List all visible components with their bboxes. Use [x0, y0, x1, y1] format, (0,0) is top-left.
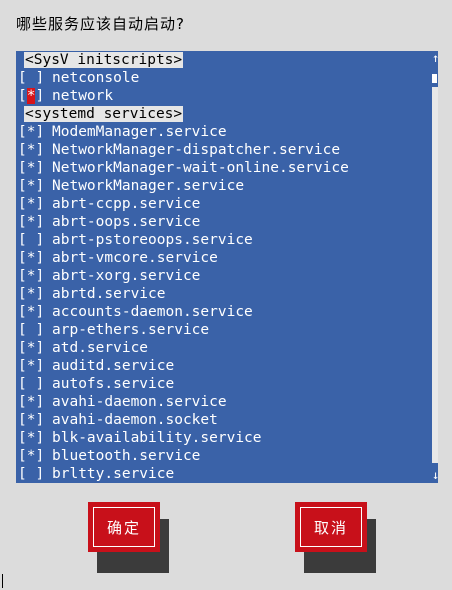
checkbox[interactable]: [ ] [18, 375, 44, 393]
service-name: avahi-daemon.service [52, 394, 227, 410]
service-name: autofs.service [52, 376, 175, 392]
service-name: NetworkManager.service [52, 178, 245, 194]
checkbox[interactable]: [*] [18, 267, 44, 285]
checkbox[interactable]: [*] [18, 141, 44, 159]
section-header: <systemd services> [24, 105, 184, 123]
checkbox[interactable]: [ ] [18, 321, 44, 339]
scrollbar-thumb[interactable] [432, 74, 437, 83]
ok-button-label: 确定 [106, 518, 141, 537]
service-name: abrt-pstoreoops.service [52, 232, 253, 248]
service-name: blk-availability.service [52, 430, 262, 446]
checkbox[interactable]: [*] [18, 177, 44, 195]
checkbox[interactable]: [ ] [18, 69, 44, 87]
service-name: abrt-ccpp.service [52, 196, 201, 212]
checkbox[interactable]: [*] [18, 357, 44, 375]
checkbox[interactable]: [*] [18, 429, 44, 447]
service-name: abrt-vmcore.service [52, 250, 218, 266]
checkbox[interactable]: [*] [18, 447, 44, 465]
scrollbar-track[interactable] [432, 87, 438, 463]
service-name: abrt-oops.service [52, 214, 201, 230]
service-name: abrtd.service [52, 286, 166, 302]
checkbox[interactable]: [*] [18, 87, 44, 105]
service-name: accounts-daemon.service [52, 304, 253, 320]
service-name: auditd.service [52, 358, 175, 374]
scroll-up-arrow-icon[interactable]: ↑ [432, 52, 440, 64]
checkbox[interactable]: [*] [18, 159, 44, 177]
section-header-label: <SysV initscripts> [24, 52, 184, 68]
service-name: network [52, 88, 114, 104]
service-name: arp-ethers.service [52, 322, 210, 338]
service-name: NetworkManager-dispatcher.service [52, 142, 341, 158]
service-name: brltty.service [52, 466, 175, 482]
service-checklist[interactable]: <SysV initscripts>[ ] netconsole [*] networ… [16, 51, 438, 483]
scroll-down-arrow-icon[interactable]: ↓ [432, 469, 440, 481]
service-name: bluetooth.service [52, 448, 201, 464]
service-name: ModemManager.service [52, 124, 227, 140]
service-name: atd.service [52, 340, 149, 356]
checkbox[interactable]: [ ] [18, 465, 44, 483]
checkbox[interactable]: [*] [18, 249, 44, 267]
cancel-button-label: 取消 [313, 518, 348, 537]
checkbox[interactable]: [*] [18, 339, 44, 357]
ok-button[interactable]: 确定 [88, 502, 160, 552]
checkbox[interactable]: [*] [18, 195, 44, 213]
checkbox[interactable]: [*] [18, 411, 44, 429]
checkbox[interactable]: [*] [18, 393, 44, 411]
service-name: netconsole [52, 70, 140, 86]
section-header: <SysV initscripts> [24, 51, 184, 69]
cancel-button[interactable]: 取消 [295, 502, 367, 552]
section-header-label: <systemd services> [24, 106, 184, 122]
service-name: abrt-xorg.service [52, 268, 201, 284]
checkbox[interactable]: [*] [18, 213, 44, 231]
service-name: NetworkManager-wait-online.service [52, 160, 349, 176]
checkbox[interactable]: [*] [18, 303, 44, 321]
dialog-title: 哪些服务应该自动启动? [16, 15, 185, 33]
service-name: avahi-daemon.socket [52, 412, 218, 428]
checkbox[interactable]: [ ] [18, 231, 44, 249]
text-cursor [2, 574, 3, 588]
checkbox[interactable]: [*] [18, 285, 44, 303]
checkbox[interactable]: [*] [18, 123, 44, 141]
